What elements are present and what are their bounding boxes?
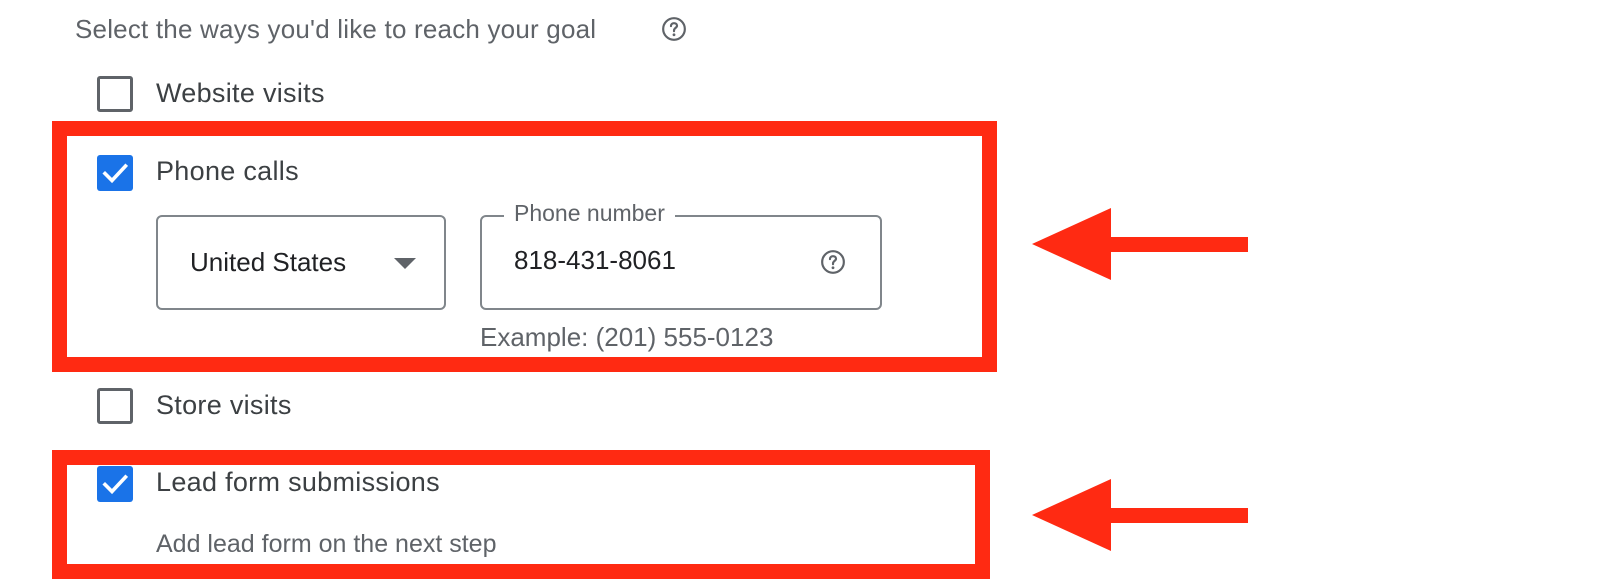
phone-calls-checkbox[interactable]	[97, 155, 133, 191]
country-select-value: United States	[190, 247, 347, 277]
phone-number-label: Phone number	[504, 200, 675, 227]
store-visits-checkbox[interactable]	[97, 388, 133, 424]
phone-example-hint: Example: (201) 555-0123	[480, 322, 774, 352]
phone-calls-label[interactable]: Phone calls	[156, 156, 299, 187]
website-visits-label[interactable]: Website visits	[156, 78, 325, 109]
lead-form-subtext: Add lead form on the next step	[156, 530, 497, 558]
checkmark-icon	[102, 163, 129, 184]
dropdown-caret-icon	[394, 258, 416, 269]
arrow-left-icon	[1032, 208, 1248, 280]
lead-form-label[interactable]: Lead form submissions	[156, 467, 440, 498]
phone-number-field[interactable]: Phone number	[480, 200, 882, 310]
phone-number-input[interactable]	[514, 245, 794, 276]
store-visits-label[interactable]: Store visits	[156, 390, 292, 421]
goal-methods-heading: Select the ways you'd like to reach your…	[75, 14, 597, 44]
help-circle-icon[interactable]	[661, 16, 687, 42]
phone-help-icon[interactable]	[820, 249, 846, 275]
checkmark-icon	[102, 474, 129, 495]
arrow-left-icon	[1032, 479, 1248, 551]
website-visits-checkbox[interactable]	[97, 76, 133, 112]
country-select[interactable]: United States	[156, 215, 446, 310]
lead-form-checkbox[interactable]	[97, 466, 133, 502]
